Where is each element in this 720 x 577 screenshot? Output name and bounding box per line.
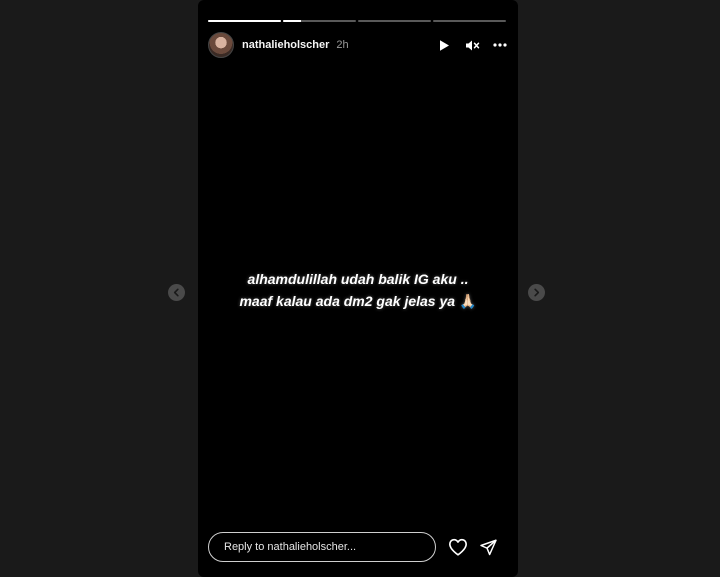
progress-segment bbox=[358, 20, 431, 22]
caption-line-2: maaf kalau ada dm2 gak jelas ya 🙏🏻 bbox=[198, 290, 518, 312]
story-footer bbox=[208, 530, 502, 563]
avatar[interactable] bbox=[208, 32, 234, 58]
username[interactable]: nathalieholscher bbox=[242, 39, 329, 51]
caption-line-1: alhamdulillah udah balik IG aku .. bbox=[247, 271, 469, 287]
chevron-right-icon bbox=[534, 288, 540, 297]
progress-segment bbox=[433, 20, 506, 22]
next-story-button[interactable] bbox=[528, 284, 545, 301]
story-controls bbox=[436, 37, 508, 53]
story-progress-bar bbox=[208, 20, 506, 22]
previous-story-button[interactable] bbox=[168, 284, 185, 301]
praying-hands-emoji: 🙏🏻 bbox=[459, 293, 477, 309]
send-button[interactable] bbox=[477, 536, 499, 558]
mute-button[interactable] bbox=[464, 37, 480, 53]
reply-input[interactable] bbox=[208, 531, 436, 562]
mute-icon bbox=[465, 40, 479, 50]
like-button[interactable] bbox=[447, 536, 469, 558]
more-options-icon bbox=[493, 43, 507, 47]
play-icon bbox=[440, 39, 449, 51]
play-button[interactable] bbox=[436, 37, 452, 53]
heart-icon bbox=[449, 538, 467, 556]
story-header: nathalieholscher 2h bbox=[208, 32, 508, 58]
progress-segment bbox=[283, 20, 356, 22]
caption-line-2-text: maaf kalau ada dm2 gak jelas ya bbox=[239, 293, 456, 309]
chevron-left-icon bbox=[173, 288, 179, 297]
more-options-button[interactable] bbox=[492, 37, 508, 53]
story-frame[interactable]: nathalieholscher 2h alhamdulillah udah b… bbox=[198, 0, 518, 577]
progress-segment bbox=[208, 20, 281, 22]
send-icon bbox=[479, 539, 497, 555]
story-viewer: nathalieholscher 2h alhamdulillah udah b… bbox=[0, 0, 720, 577]
timestamp: 2h bbox=[336, 39, 349, 51]
story-caption: alhamdulillah udah balik IG aku .. maaf … bbox=[198, 268, 518, 312]
